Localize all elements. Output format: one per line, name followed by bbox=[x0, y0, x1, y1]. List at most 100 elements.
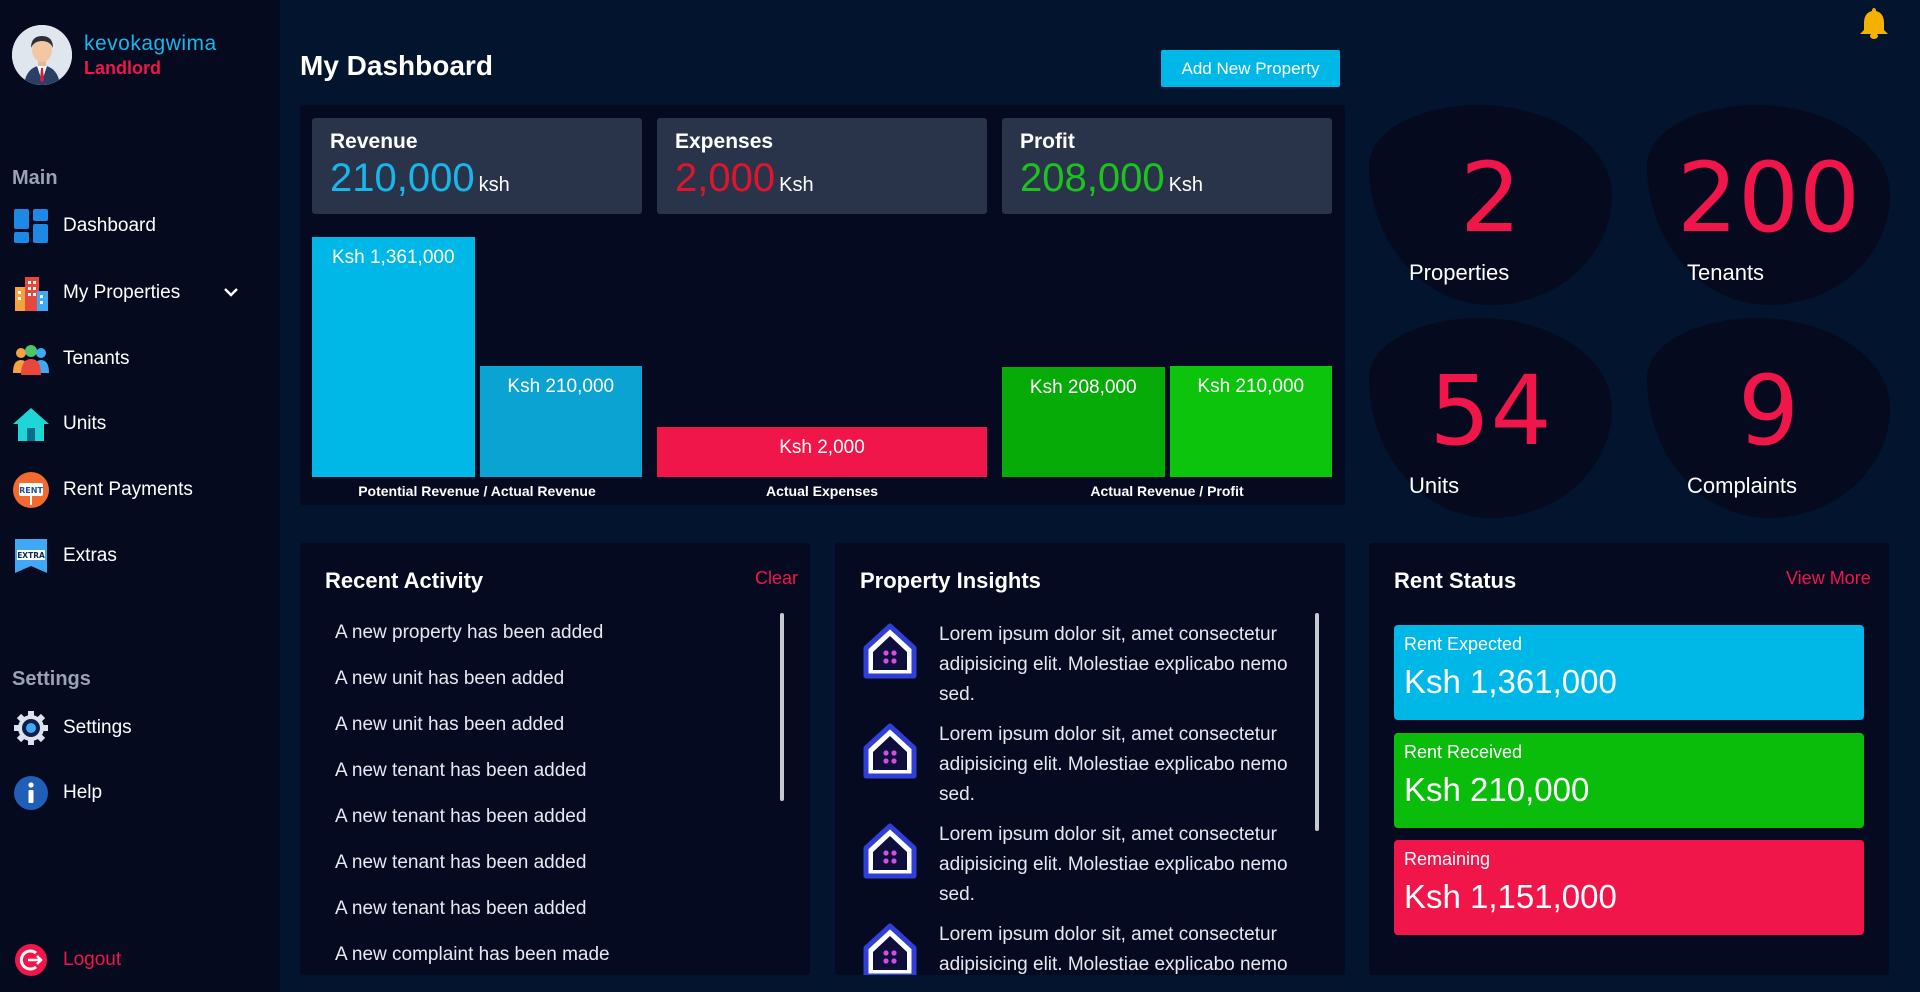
remaining-value: Ksh 1,151,000 bbox=[1404, 878, 1617, 915]
buildings-icon bbox=[12, 274, 50, 312]
sidebar-item-label: Extras bbox=[63, 545, 117, 566]
insights-scrollbar[interactable] bbox=[1315, 613, 1319, 831]
expenses-unit: Ksh bbox=[779, 174, 814, 196]
rent-expected-label: Rent Expected bbox=[1404, 634, 1523, 654]
tenants-count: 200 bbox=[1676, 142, 1861, 254]
insight-text: Lorem ipsum dolor sit, amet consectetur … bbox=[939, 624, 1288, 705]
rent-expected-value: Ksh 1,361,000 bbox=[1404, 663, 1617, 700]
sidebar-item-label: Settings bbox=[63, 717, 132, 738]
list-item: A new unit has been added bbox=[335, 714, 565, 735]
rent-received-value: Ksh 210,000 bbox=[1404, 771, 1590, 808]
recent-activity-title: Recent Activity bbox=[325, 568, 484, 593]
house-icon bbox=[12, 405, 50, 443]
expenses-value: 2,000 bbox=[675, 156, 776, 200]
tenants-counter[interactable]: 200 Tenants bbox=[1647, 105, 1890, 305]
units-label: Units bbox=[1409, 473, 1460, 498]
gear-icon bbox=[12, 709, 50, 747]
complaints-counter[interactable]: 9 Complaints bbox=[1647, 318, 1890, 518]
rent-expected-card: Rent Expected Ksh 1,361,000 bbox=[1394, 625, 1864, 720]
complaints-count: 9 bbox=[1737, 355, 1800, 467]
chart-caption-profit: Actual Revenue / Profit bbox=[1090, 483, 1244, 499]
list-item: A new complaint has been made bbox=[335, 944, 610, 965]
user-role: Landlord bbox=[84, 57, 161, 78]
svg-text:RENT: RENT bbox=[19, 486, 43, 495]
house-outline-icon bbox=[860, 720, 920, 780]
insight-text: Lorem ipsum dolor sit, amet consectetur … bbox=[939, 924, 1288, 975]
rent-status-title: Rent Status bbox=[1394, 568, 1517, 593]
sidebar-item-my-properties[interactable]: My Properties bbox=[12, 273, 252, 313]
sidebar-item-dashboard[interactable]: Dashboard bbox=[12, 206, 252, 246]
rent-received-card: Rent Received Ksh 210,000 bbox=[1394, 733, 1864, 828]
sidebar-item-label: Units bbox=[63, 413, 107, 434]
chart-caption-expenses: Actual Expenses bbox=[765, 483, 879, 499]
chart-bar: Ksh 1,361,000 bbox=[312, 237, 475, 477]
chart-bar: Ksh 208,000 bbox=[1002, 366, 1165, 477]
expenses-title: Expenses bbox=[675, 130, 774, 153]
property-insights-title: Property Insights bbox=[860, 568, 1041, 593]
properties-counter[interactable]: 2 Properties bbox=[1369, 105, 1612, 305]
activity-scrollbar[interactable] bbox=[780, 613, 784, 801]
avatar bbox=[12, 25, 72, 85]
profit-value: 208,000 bbox=[1020, 156, 1165, 200]
sidebar-item-units[interactable]: Units bbox=[12, 404, 252, 444]
sidebar-item-extras[interactable]: EXTRA Extras bbox=[12, 536, 252, 576]
chevron-down-icon[interactable] bbox=[222, 283, 240, 306]
info-icon bbox=[12, 774, 50, 812]
sidebar-item-label: Help bbox=[63, 782, 103, 803]
insight-text: Lorem ipsum dolor sit, amet consectetur … bbox=[939, 724, 1288, 805]
chart-caption-revenue: Potential Revenue / Actual Revenue bbox=[358, 483, 596, 499]
list-item: A new tenant has been added bbox=[335, 760, 587, 781]
sidebar-item-rent-payments[interactable]: RENT Rent Payments bbox=[12, 470, 252, 510]
view-more-link[interactable]: View More bbox=[1786, 568, 1871, 589]
rent-status-panel: Rent Status View More Rent Expected Ksh … bbox=[1369, 543, 1889, 975]
expenses-card: Expenses 2,000 Ksh bbox=[657, 118, 987, 214]
sidebar-item-label: Dashboard bbox=[63, 215, 156, 236]
list-item: A new tenant has been added bbox=[335, 898, 587, 919]
profit-title: Profit bbox=[1020, 130, 1075, 153]
insight-item: Lorem ipsum dolor sit, amet consectetur … bbox=[860, 820, 1300, 910]
chart-bar: Ksh 210,000 bbox=[479, 365, 642, 477]
add-new-property-button[interactable]: Add New Property bbox=[1161, 50, 1340, 87]
sidebar-item-label: My Properties bbox=[63, 282, 181, 303]
logout-button[interactable]: Logout bbox=[12, 940, 252, 980]
properties-count: 2 bbox=[1459, 142, 1522, 254]
properties-label: Properties bbox=[1409, 260, 1510, 285]
list-item: A new property has been added bbox=[335, 622, 604, 643]
insight-item: Lorem ipsum dolor sit, amet consectetur … bbox=[860, 920, 1300, 975]
sidebar-item-settings[interactable]: Settings bbox=[12, 708, 252, 748]
profit-card: Profit 208,000 Ksh bbox=[1002, 118, 1332, 214]
revenue-unit: ksh bbox=[478, 174, 510, 196]
rent-sign-icon: RENT bbox=[12, 471, 50, 509]
house-outline-icon bbox=[860, 620, 920, 680]
property-insights-panel: Property Insights Lorem ipsum dolor sit,… bbox=[835, 543, 1345, 975]
clear-button[interactable]: Clear bbox=[755, 568, 798, 589]
units-counter[interactable]: 54 Units bbox=[1369, 318, 1612, 518]
revenue-title: Revenue bbox=[330, 130, 418, 153]
list-item: A new tenant has been added bbox=[335, 806, 587, 827]
revenue-value: 210,000 bbox=[330, 156, 475, 200]
units-count: 54 bbox=[1429, 355, 1552, 467]
chart-bar: Ksh 210,000 bbox=[1169, 365, 1332, 477]
logout-label: Logout bbox=[63, 949, 122, 970]
people-icon bbox=[12, 340, 50, 378]
main-section-label: Main bbox=[12, 167, 58, 189]
user-profile[interactable]: kevokagwima Landlord bbox=[12, 25, 217, 85]
profit-unit: Ksh bbox=[1168, 174, 1204, 196]
sidebar: kevokagwima Landlord Main Dashboard My P… bbox=[0, 0, 280, 992]
insight-text: Lorem ipsum dolor sit, amet consectetur … bbox=[939, 824, 1288, 905]
notification-bell-icon[interactable] bbox=[1858, 6, 1890, 40]
activity-list: A new property has been added A new unit… bbox=[335, 618, 610, 975]
revenue-card: Revenue 210,000 ksh bbox=[312, 118, 642, 214]
list-item: A new tenant has been added bbox=[335, 852, 587, 873]
rent-received-label: Rent Received bbox=[1404, 742, 1523, 762]
logout-icon bbox=[12, 941, 50, 979]
username: kevokagwima bbox=[84, 31, 217, 55]
sidebar-item-help[interactable]: Help bbox=[12, 773, 252, 813]
house-outline-icon bbox=[860, 820, 920, 880]
sidebar-item-tenants[interactable]: Tenants bbox=[12, 339, 252, 379]
house-outline-icon bbox=[860, 920, 920, 975]
finance-chart-panel: Revenue 210,000 ksh Expenses 2,000 Ksh Pro… bbox=[300, 105, 1345, 505]
insight-item: Lorem ipsum dolor sit, amet consectetur … bbox=[860, 720, 1300, 810]
complaints-label: Complaints bbox=[1687, 473, 1798, 498]
remaining-card: Remaining Ksh 1,151,000 bbox=[1394, 840, 1864, 935]
